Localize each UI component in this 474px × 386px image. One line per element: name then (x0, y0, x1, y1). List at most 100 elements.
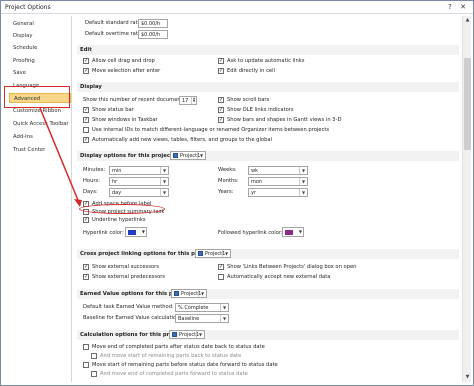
links-dialog-label: Show 'Links Between Projects' dialog box… (227, 264, 357, 270)
display-section-header: Display (77, 82, 459, 92)
sidebar-item-save[interactable]: Save (9, 68, 71, 78)
sidebar-item-trust-center[interactable]: Trust Center (9, 145, 71, 155)
and-move-end-forward-checkbox[interactable] (91, 371, 97, 377)
chevron-down-icon[interactable]: ▼ (196, 331, 204, 338)
project-icon (174, 291, 179, 296)
ev-method-select[interactable]: % Complete ▼ (175, 303, 229, 312)
years-value: yr (251, 190, 257, 196)
sidebar-item-add-ins[interactable]: Add-Ins (9, 132, 71, 142)
display-project-select[interactable]: Project1 ▼ (170, 151, 206, 160)
external-successors-checkbox[interactable]: ✓ (83, 264, 89, 270)
chevron-down-icon[interactable]: ▼ (198, 290, 206, 297)
advanced-highlight-box (4, 86, 70, 108)
months-select[interactable]: mon ▼ (248, 177, 308, 186)
followed-color-button[interactable]: ▼ (282, 227, 304, 237)
internal-ids-label: Use internal IDs to match different-lang… (92, 127, 330, 133)
minutes-select[interactable]: min ▼ (109, 166, 169, 175)
vertical-scrollbar[interactable]: ▲ ▼ (462, 16, 471, 382)
recent-docs-stepper[interactable]: 17 ▲ ▼ (179, 96, 197, 105)
years-select[interactable]: yr ▼ (248, 188, 308, 197)
scroll-thumb[interactable] (464, 58, 471, 150)
standard-rate-input[interactable]: $0.00/h (138, 19, 168, 28)
status-bar-label: Show status bar (92, 107, 134, 113)
auto-add-checkbox[interactable]: ✓ (83, 137, 89, 143)
months-label: Months: (218, 178, 239, 184)
windows-taskbar-label: Show windows in Taskbar (92, 117, 158, 123)
bars-3d-label: Show bars and shapes in Gantt views in 3… (227, 117, 342, 123)
ev-baseline-label: Baseline for Earned Value calculation: (83, 315, 182, 321)
move-selection-label: Move selection after enter (92, 68, 161, 74)
hours-select[interactable]: hr ▼ (109, 177, 169, 186)
summary-task-highlight-ellipse (79, 204, 165, 214)
chevron-down-icon[interactable]: ▼ (160, 167, 168, 174)
help-icon[interactable]: ? (445, 3, 455, 12)
hyperlink-color-button[interactable]: ▼ (125, 227, 147, 237)
status-bar-checkbox[interactable]: ✓ (83, 107, 89, 113)
links-dialog-checkbox[interactable]: ✓ (218, 264, 224, 270)
options-content: Default standard rate: $0.00/h Default o… (75, 16, 461, 384)
sidebar-item-display[interactable]: Display (9, 31, 71, 41)
underline-label: Underline hyperlinks (92, 217, 146, 223)
minutes-value: min (112, 168, 122, 174)
allow-drag-checkbox[interactable]: ✓ (83, 58, 89, 64)
hours-label: Hours: (83, 178, 100, 184)
days-value: day (112, 190, 122, 196)
chevron-down-icon[interactable]: ▼ (160, 178, 168, 185)
edit-in-cell-checkbox[interactable]: ✓ (218, 68, 224, 74)
days-label: Days: (83, 189, 98, 195)
days-select[interactable]: day ▼ (109, 188, 169, 197)
ole-links-checkbox[interactable]: ✓ (218, 107, 224, 113)
scroll-down-icon[interactable]: ▼ (463, 373, 472, 382)
followed-color-swatch (285, 230, 293, 235)
ev-baseline-select[interactable]: Baseline ▼ (175, 314, 229, 323)
cross-project-select[interactable]: Project1 ▼ (195, 249, 231, 258)
sidebar-item-proofing[interactable]: Proofing (9, 56, 71, 66)
minutes-label: Minutes: (83, 167, 106, 173)
display-project-title: Display options for this project: (80, 153, 175, 159)
windows-taskbar-checkbox[interactable]: ✓ (83, 117, 89, 123)
hyperlink-color-label: Hyperlink color: (83, 230, 124, 236)
close-icon[interactable]: ✕ (458, 3, 468, 12)
auto-accept-label: Automatically accept new external data (227, 274, 331, 280)
months-value: mon (251, 179, 263, 185)
chevron-down-icon[interactable]: ▼ (220, 315, 228, 322)
sidebar-item-schedule[interactable]: Schedule (9, 43, 71, 53)
title-bar: Project Options ? ✕ (1, 1, 473, 14)
external-predecessors-checkbox[interactable]: ✓ (83, 274, 89, 280)
chevron-down-icon[interactable]: ▼ (299, 167, 307, 174)
auto-accept-checkbox[interactable] (218, 274, 224, 280)
sidebar-item-quick-access-toolbar[interactable]: Quick Access Toolbar (9, 119, 71, 129)
stepper-arrows-icon[interactable]: ▲ ▼ (191, 97, 196, 104)
chevron-down-icon[interactable]: ▼ (160, 189, 168, 196)
overtime-rate-input[interactable]: $0.00/h (138, 30, 168, 39)
standard-rate-label: Default standard rate: (85, 20, 143, 26)
move-selection-checkbox[interactable]: ✓ (83, 68, 89, 74)
chevron-down-icon[interactable]: ▼ (197, 152, 205, 159)
project-icon (172, 332, 177, 337)
chevron-down-icon[interactable]: ▼ (299, 189, 307, 196)
bars-3d-checkbox[interactable]: ✓ (218, 117, 224, 123)
project-icon (198, 251, 203, 256)
and-move-start-back-checkbox[interactable] (91, 353, 97, 359)
move-end-back-checkbox[interactable] (83, 344, 89, 350)
ev-baseline-value: Baseline (178, 316, 200, 322)
weeks-select[interactable]: wk ▼ (248, 166, 308, 175)
auto-add-label: Automatically add new views, tables, fil… (92, 137, 272, 143)
project-icon (173, 153, 178, 158)
chevron-down-icon[interactable]: ▼ (220, 304, 228, 311)
chevron-down-icon[interactable]: ▼ (299, 178, 307, 185)
chevron-down-icon[interactable]: ▼ (222, 250, 230, 257)
external-predecessors-label: Show external predecessors (92, 274, 166, 280)
move-start-forward-checkbox[interactable] (83, 362, 89, 368)
underline-checkbox[interactable]: ✓ (83, 217, 89, 223)
ask-update-checkbox[interactable]: ✓ (218, 58, 224, 64)
scroll-up-icon[interactable]: ▲ (463, 16, 472, 25)
calculation-project-select[interactable]: Project1 ▼ (169, 330, 205, 339)
earned-value-project-select[interactable]: Project1 ▼ (171, 289, 207, 298)
allow-drag-label: Allow cell drag and drop (92, 58, 155, 64)
ev-method-value: % Complete (178, 305, 209, 311)
internal-ids-checkbox[interactable] (83, 127, 89, 133)
sidebar-item-general[interactable]: General (9, 19, 71, 29)
scroll-bars-checkbox[interactable]: ✓ (218, 97, 224, 103)
edit-in-cell-label: Edit directly in cell (227, 68, 275, 74)
